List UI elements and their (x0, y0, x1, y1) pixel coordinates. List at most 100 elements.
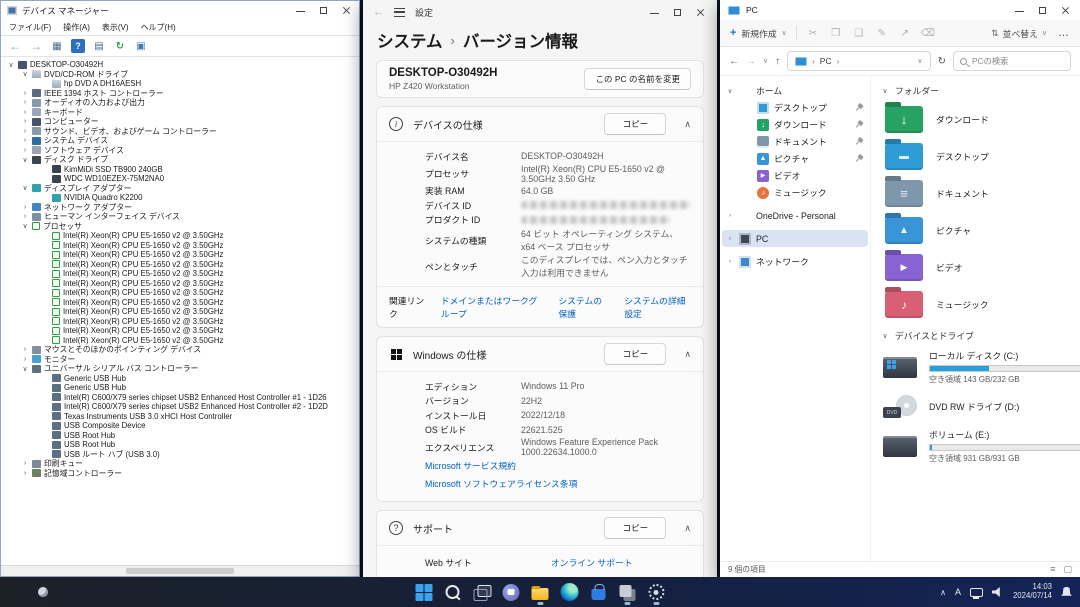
device-tree-item[interactable]: Intel(R) Xeon(R) CPU E5-1650 v2 @ 3.50GH… (5, 269, 359, 279)
tree-expander-icon[interactable]: ∨ (21, 156, 29, 164)
properties-icon[interactable]: ▤ (92, 39, 106, 53)
tree-expander-icon[interactable]: ∨ (21, 70, 29, 78)
tree-expander-icon[interactable]: › (21, 460, 29, 467)
rename-pc-button[interactable]: この PC の名前を変更 (584, 68, 691, 90)
search-box[interactable] (953, 51, 1071, 71)
breadcrumb-pc[interactable]: PC (820, 56, 832, 66)
collapse-icon[interactable]: ∧ (684, 523, 691, 534)
collapse-icon[interactable]: ∧ (684, 349, 691, 360)
device-tree-item[interactable]: USB Composite Device (5, 421, 359, 431)
collapse-icon[interactable]: ∧ (684, 119, 691, 130)
help-icon[interactable]: ? (71, 39, 85, 53)
sidebar-item[interactable]: ∨ ホーム (722, 82, 868, 99)
tree-expander-icon[interactable]: ∨ (726, 87, 734, 95)
tree-expander-icon[interactable]: › (21, 204, 29, 211)
tree-expander-icon[interactable]: › (21, 356, 29, 363)
taskbar-button[interactable] (499, 580, 524, 605)
taskbar-button[interactable] (412, 580, 437, 605)
folder-item[interactable]: ダウンロード (881, 101, 1070, 138)
microsoft-link[interactable]: Microsoft サービス規約 (425, 459, 691, 472)
sidebar-item[interactable]: ミュージック (722, 184, 868, 201)
tree-expander-icon[interactable]: › (21, 147, 29, 154)
tree-expander-icon[interactable]: › (21, 128, 29, 135)
more-options-icon[interactable]: … (1058, 27, 1070, 39)
settings-titlebar[interactable]: ← 設定 (363, 0, 717, 24)
related-link[interactable]: システムの保護 (558, 294, 610, 320)
clock[interactable]: 14:03 2024/07/14 (1013, 583, 1052, 601)
tree-expander-icon[interactable]: › (726, 212, 734, 219)
up-icon[interactable]: ↑ (775, 56, 780, 67)
sidebar-item[interactable]: デスクトップ (722, 99, 868, 116)
related-link[interactable]: ドメインまたはワークグループ (441, 294, 544, 320)
copy-button[interactable]: コピー (604, 343, 666, 365)
tree-expander-icon[interactable]: › (21, 213, 29, 220)
scan-hardware-icon[interactable]: ▣ (134, 39, 148, 53)
minimize-icon[interactable] (296, 6, 305, 15)
tree-expander-icon[interactable]: ∨ (21, 365, 29, 373)
copy-button[interactable]: コピー (604, 113, 666, 135)
device-tree-item[interactable]: Intel(R) Xeon(R) CPU E5-1650 v2 @ 3.50GH… (5, 298, 359, 308)
hidden-icons-chevron[interactable]: ∧ (940, 588, 946, 597)
explorer-titlebar[interactable]: PC (720, 0, 1080, 20)
back-icon[interactable]: ← (8, 39, 22, 53)
device-tree-item[interactable]: › 記憶域コントローラー (5, 469, 359, 479)
device-tree-item[interactable]: ∨ ディスク ドライブ (5, 155, 359, 165)
tree-expander-icon[interactable]: › (21, 109, 29, 116)
maximize-icon[interactable] (319, 6, 328, 15)
taskbar-button[interactable] (557, 580, 582, 605)
folder-item[interactable]: ミュージック (881, 286, 1070, 323)
forward-icon[interactable]: → (29, 39, 43, 53)
device-tree-item[interactable]: Intel(R) Xeon(R) CPU E5-1650 v2 @ 3.50GH… (5, 288, 359, 298)
minimize-icon[interactable] (650, 8, 659, 17)
folders-section-header[interactable]: ∨ フォルダー (881, 84, 1070, 97)
taskbar-button[interactable] (586, 580, 611, 605)
paste-icon[interactable]: ❏ (852, 26, 866, 40)
tree-expander-icon[interactable]: ∨ (21, 222, 29, 230)
volume-icon[interactable] (992, 587, 1004, 597)
back-icon[interactable]: ← (729, 56, 739, 67)
device-tree-item[interactable]: Intel(R) Xeon(R) CPU E5-1650 v2 @ 3.50GH… (5, 307, 359, 317)
drives-section-header[interactable]: ∨ デバイスとドライブ (881, 329, 1070, 342)
rename-icon[interactable]: ✎ (875, 26, 889, 40)
sort-button[interactable]: ⇅ 並べ替え ∨ (991, 27, 1047, 40)
taskbar-button[interactable] (528, 580, 553, 605)
maximize-icon[interactable] (673, 8, 682, 17)
device-tree-item[interactable]: Intel(R) Xeon(R) CPU E5-1650 v2 @ 3.50GH… (5, 250, 359, 260)
device-tree-item[interactable]: Intel(R) C600/X79 series chipset USB2 En… (5, 393, 359, 403)
sidebar-item[interactable]: ピクチャ (722, 150, 868, 167)
taskbar-button[interactable] (644, 580, 669, 605)
device-tree-item[interactable]: Intel(R) Xeon(R) CPU E5-1650 v2 @ 3.50GH… (5, 231, 359, 241)
cut-icon[interactable]: ✂ (806, 26, 820, 40)
folder-item[interactable]: ピクチャ (881, 212, 1070, 249)
device-tree-item[interactable]: ∨ プロセッサ (5, 222, 359, 232)
new-button[interactable]: + 新規作成 ∨ (730, 27, 787, 40)
notification-bell-icon[interactable] (1061, 587, 1072, 598)
device-tree-item[interactable]: Intel(R) Xeon(R) CPU E5-1650 v2 @ 3.50GH… (5, 241, 359, 251)
menu-item[interactable]: 操作(A) (63, 22, 90, 33)
tree-expander-icon[interactable]: ∨ (7, 61, 15, 69)
copy-icon[interactable]: ❐ (829, 26, 843, 40)
list-view-icon[interactable]: ≡ (1050, 564, 1055, 575)
tree-expander-icon[interactable]: › (21, 346, 29, 353)
tree-expander-icon[interactable]: › (726, 235, 734, 242)
taskbar-button[interactable] (615, 580, 640, 605)
menu-item[interactable]: ファイル(F) (9, 22, 51, 33)
ime-indicator[interactable]: A (955, 587, 961, 597)
online-support-link[interactable]: オンライン サポート (551, 556, 633, 569)
close-icon[interactable] (696, 8, 705, 17)
scrollbar-thumb[interactable] (126, 568, 233, 574)
share-icon[interactable]: ↗ (898, 26, 912, 40)
folder-item[interactable]: デスクトップ (881, 138, 1070, 175)
console-tree-icon[interactable]: ▦ (50, 39, 64, 53)
menu-item[interactable]: 表示(V) (102, 22, 129, 33)
device-tree-item[interactable]: USB Root Hub (5, 440, 359, 450)
drive-item[interactable]: ボリューム (E:) 空き領域 931 GB/931 GB (881, 428, 1070, 464)
device-tree-item[interactable]: Intel(R) Xeon(R) CPU E5-1650 v2 @ 3.50GH… (5, 279, 359, 289)
folder-item[interactable]: ビデオ (881, 249, 1070, 286)
sidebar-item[interactable]: › PC (722, 230, 868, 247)
copy-button[interactable]: コピー (604, 517, 666, 539)
history-dropdown-icon[interactable]: ∨ (763, 57, 768, 65)
device-tree-item[interactable]: USB Root Hub (5, 431, 359, 441)
delete-icon[interactable]: ⌫ (921, 26, 935, 40)
related-link[interactable]: システムの詳細設定 (624, 294, 691, 320)
